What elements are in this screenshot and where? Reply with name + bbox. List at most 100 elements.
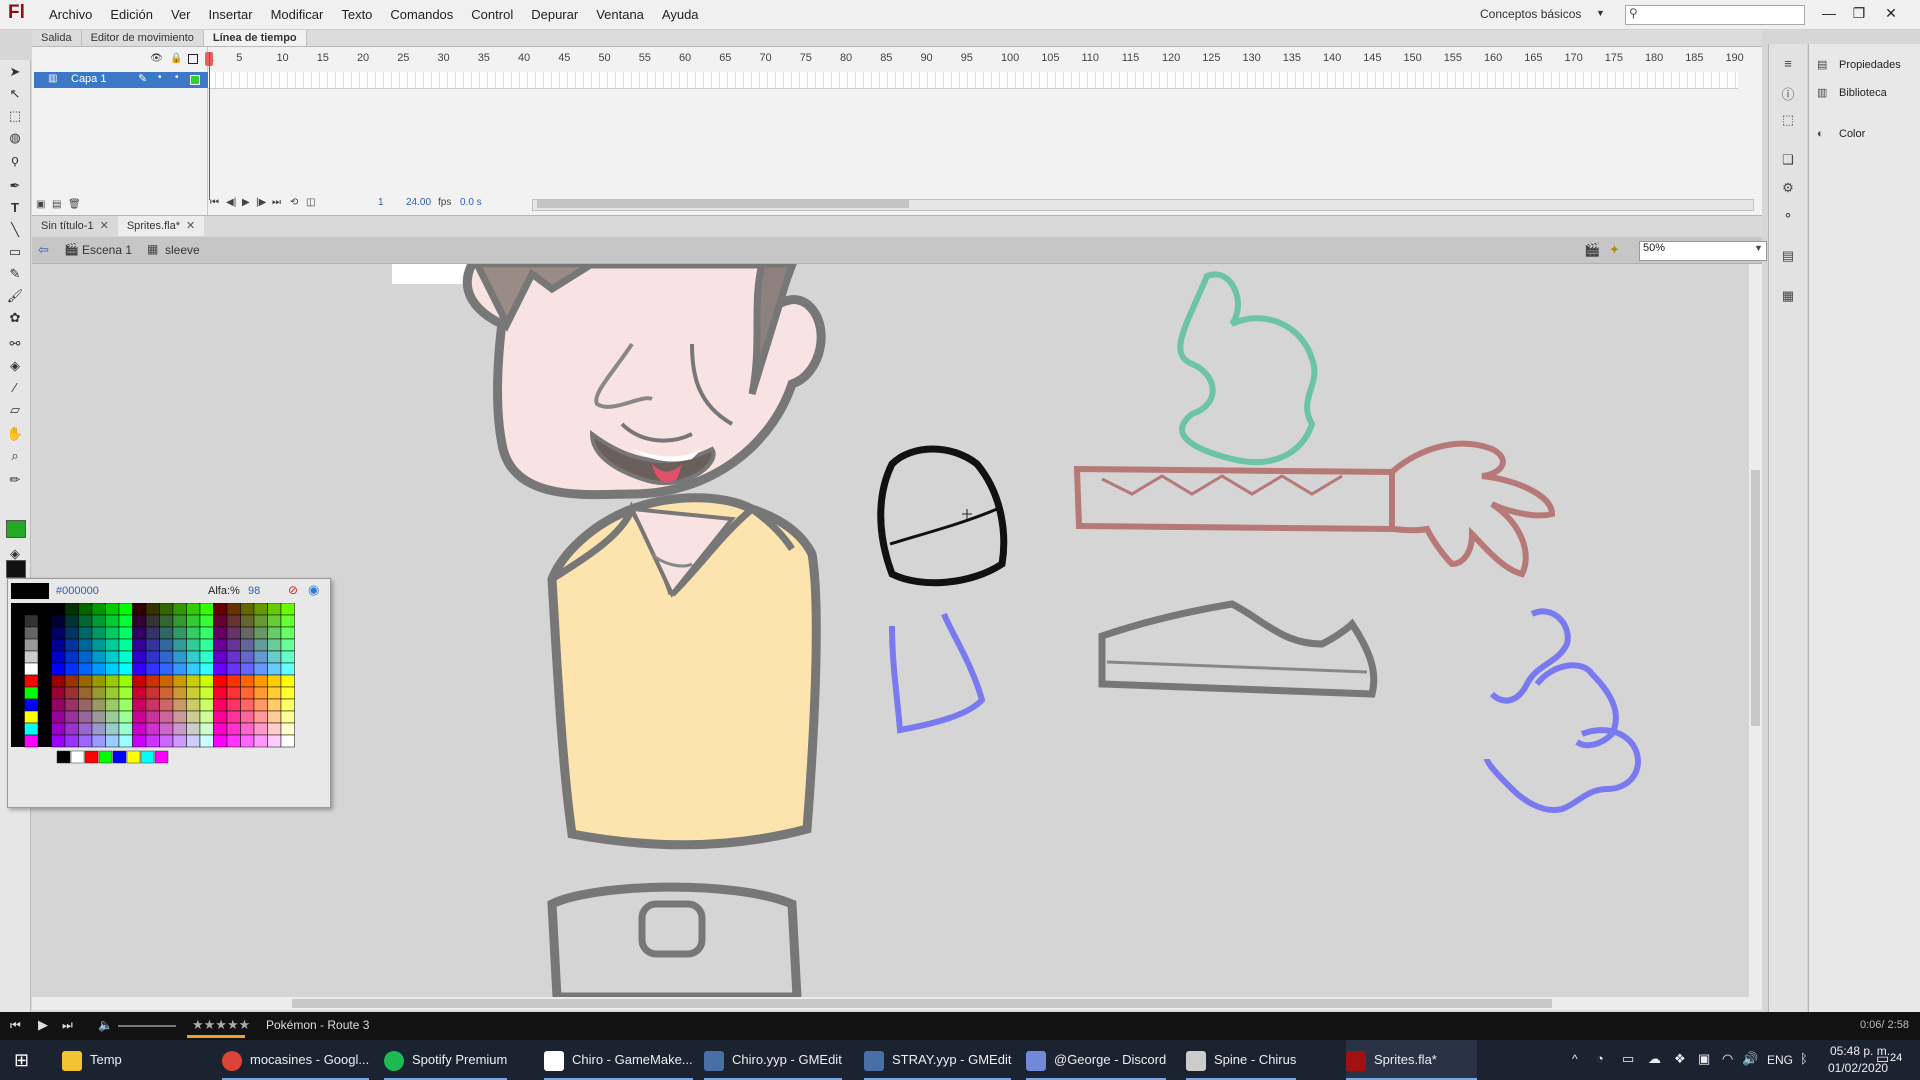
swatch-cell[interactable]	[38, 627, 52, 639]
windows-start-icon[interactable]: ⊞	[14, 1050, 29, 1071]
swatch-cell[interactable]	[226, 638, 241, 652]
swatch-cell[interactable]	[213, 722, 228, 736]
swatch-cell[interactable]	[226, 626, 241, 640]
motion-presets-icon[interactable]: ⚬	[1779, 208, 1797, 226]
onedrive-icon[interactable]: ☁	[1648, 1051, 1661, 1067]
swatch-cell[interactable]	[118, 603, 133, 616]
swatch-cell[interactable]	[51, 734, 66, 748]
green-hand-sketch[interactable]	[1177, 271, 1318, 466]
taskbar-item-gmedit-chiro[interactable]: Chiro.yyp - GMEdit	[704, 1040, 842, 1080]
pencil-tool-icon[interactable]: ✎	[4, 264, 26, 284]
swatch-cell[interactable]	[105, 686, 120, 700]
swatch-cell[interactable]	[91, 722, 106, 736]
swatch-cell[interactable]	[280, 698, 295, 712]
panel-color[interactable]: ◐ Color	[1817, 128, 1917, 150]
swatch-cell[interactable]	[78, 722, 93, 736]
swatch-cell[interactable]	[132, 650, 147, 664]
next-track-icon[interactable]: ⏭	[62, 1018, 73, 1033]
swatch-cell[interactable]	[213, 603, 228, 616]
swatch-cell[interactable]	[280, 710, 295, 724]
swatch-cell[interactable]	[132, 734, 147, 748]
swatch-cell[interactable]	[226, 603, 241, 616]
swatch-cell[interactable]	[186, 614, 201, 628]
swatch-cell[interactable]	[213, 614, 228, 628]
swatch-cell[interactable]	[64, 698, 79, 712]
swatch-cell[interactable]	[267, 698, 282, 712]
character-head[interactable]	[462, 264, 826, 500]
menu-comandos[interactable]: Comandos	[381, 0, 462, 29]
swatch-cell[interactable]	[240, 734, 255, 748]
swatch-cell[interactable]	[91, 674, 106, 688]
chevron-down-icon[interactable]: ▼	[1596, 8, 1605, 18]
swatch-cell[interactable]	[213, 626, 228, 640]
swatch-cell[interactable]	[118, 722, 133, 736]
scene-panel-icon[interactable]: ▦	[1779, 288, 1797, 306]
swatch-cell[interactable]	[64, 614, 79, 628]
swatch-cell[interactable]	[78, 662, 93, 676]
menu-depurar[interactable]: Depurar	[522, 0, 587, 29]
swatch-cell[interactable]	[24, 626, 39, 640]
swatch-cell[interactable]	[226, 662, 241, 676]
swatch-cell[interactable]	[253, 710, 268, 724]
swatch-cell[interactable]	[132, 722, 147, 736]
taskbar-item-temp[interactable]: Temp	[62, 1040, 122, 1080]
swatch-cell[interactable]	[267, 614, 282, 628]
swatch-cell[interactable]	[280, 722, 295, 736]
swatch-cell[interactable]	[240, 662, 255, 676]
swatch-cell[interactable]	[226, 698, 241, 712]
swatch-cell[interactable]	[51, 686, 66, 700]
swatch-cell[interactable]	[51, 638, 66, 652]
swatch-cell[interactable]	[267, 686, 282, 700]
shoe-sketch[interactable]	[1098, 600, 1378, 698]
swatch-cell[interactable]	[11, 711, 25, 723]
swatch-cell[interactable]	[186, 603, 201, 616]
swatch-cell[interactable]	[78, 650, 93, 664]
swatch-cell[interactable]	[253, 603, 268, 616]
swatch-cell[interactable]	[213, 638, 228, 652]
swatch-cell[interactable]	[132, 662, 147, 676]
swatch-cell[interactable]	[105, 734, 120, 748]
swatch-cell[interactable]	[267, 626, 282, 640]
swatch-cell[interactable]	[51, 626, 66, 640]
swatch-cell[interactable]	[172, 674, 187, 688]
swatch-cell[interactable]	[253, 638, 268, 652]
swatch-cell[interactable]	[253, 734, 268, 748]
chevron-down-icon[interactable]: ▼	[1754, 243, 1763, 253]
swatch-cell[interactable]	[213, 734, 228, 748]
swatch-cell[interactable]	[159, 638, 174, 652]
gradient-swatch[interactable]	[140, 750, 155, 764]
swatch-cell[interactable]	[91, 710, 106, 724]
lasso-tool-icon[interactable]: ϙ	[4, 150, 26, 170]
swatch-cell[interactable]	[145, 698, 160, 712]
3d-rotation-tool-icon[interactable]: ◍	[4, 128, 26, 148]
swatch-cell[interactable]	[199, 674, 214, 688]
subselection-tool-icon[interactable]: ↖	[4, 84, 26, 104]
swatch-cell[interactable]	[51, 614, 66, 628]
notification-icon[interactable]: ▭	[1876, 1050, 1889, 1067]
swatch-cell[interactable]	[159, 722, 174, 736]
swatch-cell[interactable]	[38, 687, 52, 699]
new-folder-icon[interactable]: ▤	[52, 199, 61, 210]
swatch-cell[interactable]	[132, 614, 147, 628]
swatch-cell[interactable]	[64, 722, 79, 736]
swatch-cell[interactable]	[159, 626, 174, 640]
menu-archivo[interactable]: Archivo	[40, 0, 101, 29]
swatch-cell[interactable]	[51, 650, 66, 664]
swatch-cell[interactable]	[172, 698, 187, 712]
onion-skin-icon[interactable]: ◫	[306, 197, 315, 208]
swatch-cell[interactable]	[24, 698, 39, 712]
swatch-cell[interactable]	[145, 662, 160, 676]
step-back-icon[interactable]: ◀|	[226, 197, 236, 208]
gradient-swatch[interactable]	[112, 750, 127, 764]
swatch-cell[interactable]	[118, 698, 133, 712]
taskbar-item-spine[interactable]: Spine - Chirus	[1186, 1040, 1297, 1080]
play-icon[interactable]: ▶	[242, 197, 250, 208]
pen-tool-icon[interactable]: ✒	[4, 176, 26, 196]
stroke-color-icon[interactable]: ✏	[4, 470, 26, 490]
swatch-cell[interactable]	[91, 603, 106, 616]
swatch-cell[interactable]	[240, 603, 255, 616]
swatch-cell[interactable]	[38, 735, 52, 747]
swatch-cell[interactable]	[172, 638, 187, 652]
timeline-scroll-thumb[interactable]	[537, 200, 909, 208]
swatch-cell[interactable]	[240, 710, 255, 724]
